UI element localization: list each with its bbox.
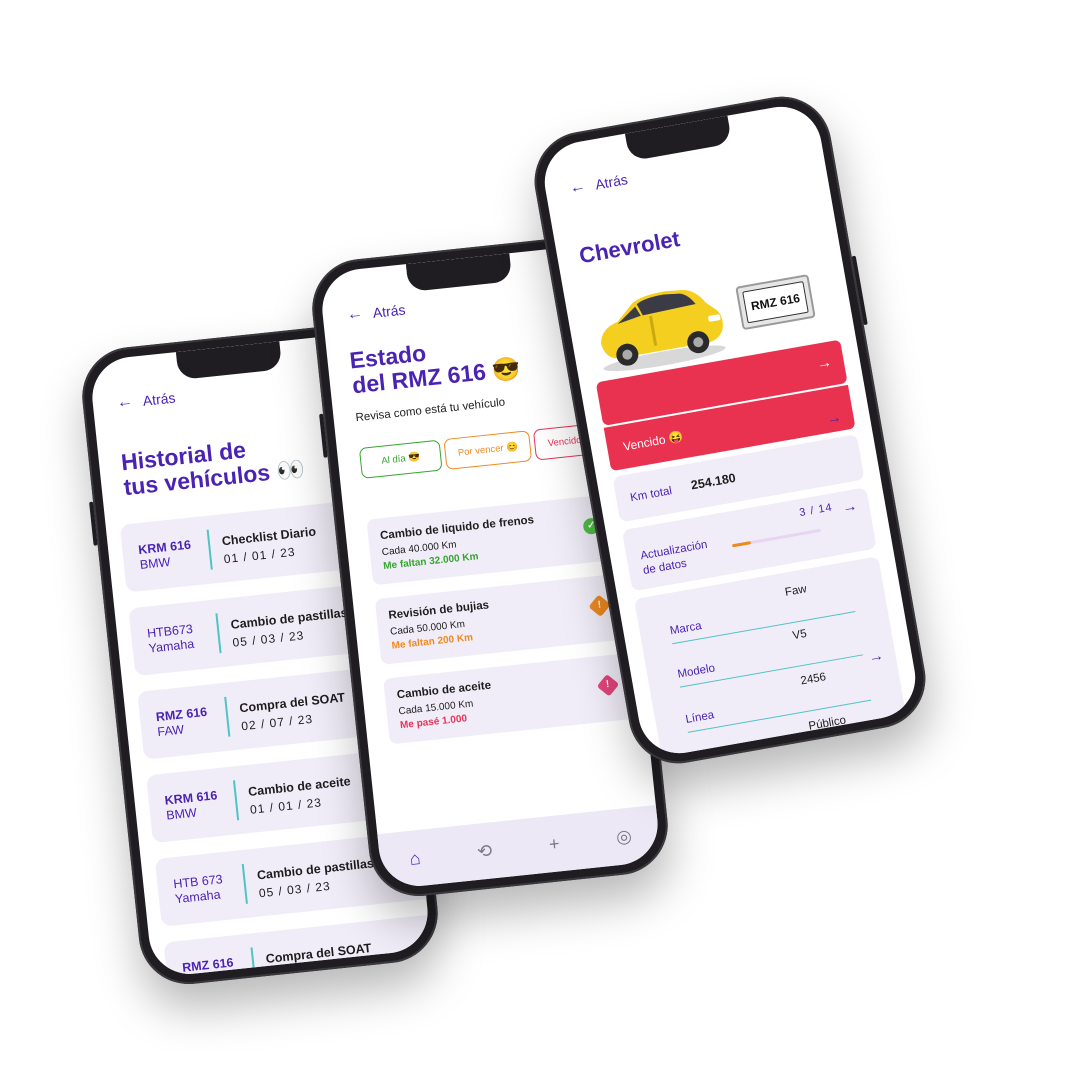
service-date: 01 / 01 / 23: [249, 795, 323, 817]
notch: [405, 253, 513, 292]
vehicle-plate: HTB673 Yamaha: [146, 621, 195, 656]
page-subtitle: Revisa como está tu vehículo: [355, 396, 506, 425]
field-label: Marca: [669, 620, 703, 638]
maintenance-card[interactable]: Cambio de liquido de frenos Cada 40.000 …: [366, 494, 617, 586]
divider: [232, 780, 239, 821]
back-label: Atrás: [141, 389, 177, 409]
vehicle-plate: KRM 616 BMW: [163, 788, 218, 823]
service-date: 02 / 07 / 23: [240, 711, 314, 734]
km-label: Km total: [629, 485, 673, 505]
arrow-right-icon[interactable]: →: [867, 647, 885, 666]
divider: [206, 529, 213, 570]
update-progress-fill: [731, 541, 752, 548]
tab-al-dia[interactable]: Al día 😎: [358, 439, 443, 479]
arrow-left-icon: ←: [345, 304, 364, 324]
service-name: Cambio de pastillas: [256, 856, 375, 883]
tab-por-vencer[interactable]: Por vencer 😊: [443, 430, 533, 471]
back-button[interactable]: ← Atrás: [116, 388, 176, 412]
arrow-right-icon[interactable]: →: [825, 409, 843, 428]
update-count: 3 / 14: [798, 501, 834, 520]
divider: [241, 863, 248, 904]
back-label: Atrás: [371, 301, 407, 321]
add-icon[interactable]: +: [538, 832, 570, 856]
field-value: Público: [807, 714, 847, 733]
service-name: Cambio de aceite: [247, 774, 352, 799]
vencido-label: Vencido 😝: [622, 429, 685, 454]
history-icon[interactable]: ⟲: [469, 839, 501, 863]
vehicle-plate: HTB 673 Yamaha: [172, 872, 224, 907]
field-value: 2456: [799, 671, 828, 688]
back-label: Atrás: [593, 171, 629, 193]
back-button[interactable]: ← Atrás: [568, 170, 629, 198]
service-name: Cambio de pastillas: [229, 605, 349, 632]
service-date: 01 / 01 / 23: [223, 544, 297, 567]
status-tabs: Al día 😎 Por vencer 😊 Vencido: [358, 423, 597, 479]
update-progress-bar: [731, 528, 822, 548]
service-name: Compra del SOAT: [238, 690, 346, 716]
service-name: Checklist Diario: [221, 524, 317, 549]
license-plate: RMZ 616: [735, 274, 816, 331]
maintenance-title: Cambio de aceite: [396, 679, 492, 702]
vehicle-plate: RMZ 616: [181, 955, 235, 975]
maintenance-card[interactable]: Revisión de bujias Cada 50.000 Km Me fal…: [374, 573, 626, 665]
service-date: 05 / 03 / 23: [231, 628, 305, 650]
divider: [224, 696, 230, 737]
vehicle-details-card: Marca Faw Modelo V5 Línea 2456 Tipo de s…: [633, 556, 913, 760]
update-label: Actualización de datos: [639, 538, 709, 578]
volume-button: [89, 501, 98, 546]
page-title: Historial de tus vehículos 👀: [120, 432, 306, 500]
vehicle-plate: KRM 616 BMW: [137, 537, 192, 573]
arrow-right-icon[interactable]: →: [841, 497, 859, 516]
field-label: Línea: [684, 709, 716, 727]
license-plate-text: RMZ 616: [742, 281, 809, 324]
notch: [175, 341, 283, 380]
bottom-nav: ⌂ ⟲ + ◎: [377, 804, 662, 890]
field-label: Tipo de servicio: [692, 745, 774, 760]
page-title: Chevrolet: [577, 226, 682, 269]
service-date: 05 / 03 / 23: [258, 878, 332, 901]
arrow-right-icon: →: [815, 353, 834, 373]
maintenance-card[interactable]: Cambio de aceite Cada 15.000 Km Me pasé …: [383, 653, 634, 745]
vehicle-plate: RMZ 616 FAW: [155, 704, 208, 740]
divider: [250, 947, 257, 978]
field-label: Modelo: [676, 662, 716, 681]
maintenance-title: Revisión de bujias: [387, 599, 490, 622]
power-button: [851, 255, 868, 326]
service-name: Compra del SOAT: [265, 941, 372, 967]
maintenance-title: Cambio de liquido de frenos: [379, 514, 535, 543]
page-title: Estado del RMZ 616 😎: [348, 331, 522, 399]
back-button[interactable]: ← Atrás: [346, 300, 406, 324]
km-value: 254.180: [689, 470, 737, 493]
notch: [624, 115, 733, 162]
home-icon[interactable]: ⌂: [399, 846, 431, 870]
alert-icon: !: [596, 674, 620, 697]
arrow-left-icon: ←: [568, 177, 587, 198]
arrow-left-icon: ←: [115, 392, 134, 412]
profile-icon[interactable]: ◎: [608, 824, 640, 848]
history-card[interactable]: RMZ 616 Compra del SOAT: [163, 913, 432, 978]
divider: [215, 613, 222, 654]
field-value: Faw: [784, 583, 808, 599]
field-value: V5: [791, 627, 808, 643]
